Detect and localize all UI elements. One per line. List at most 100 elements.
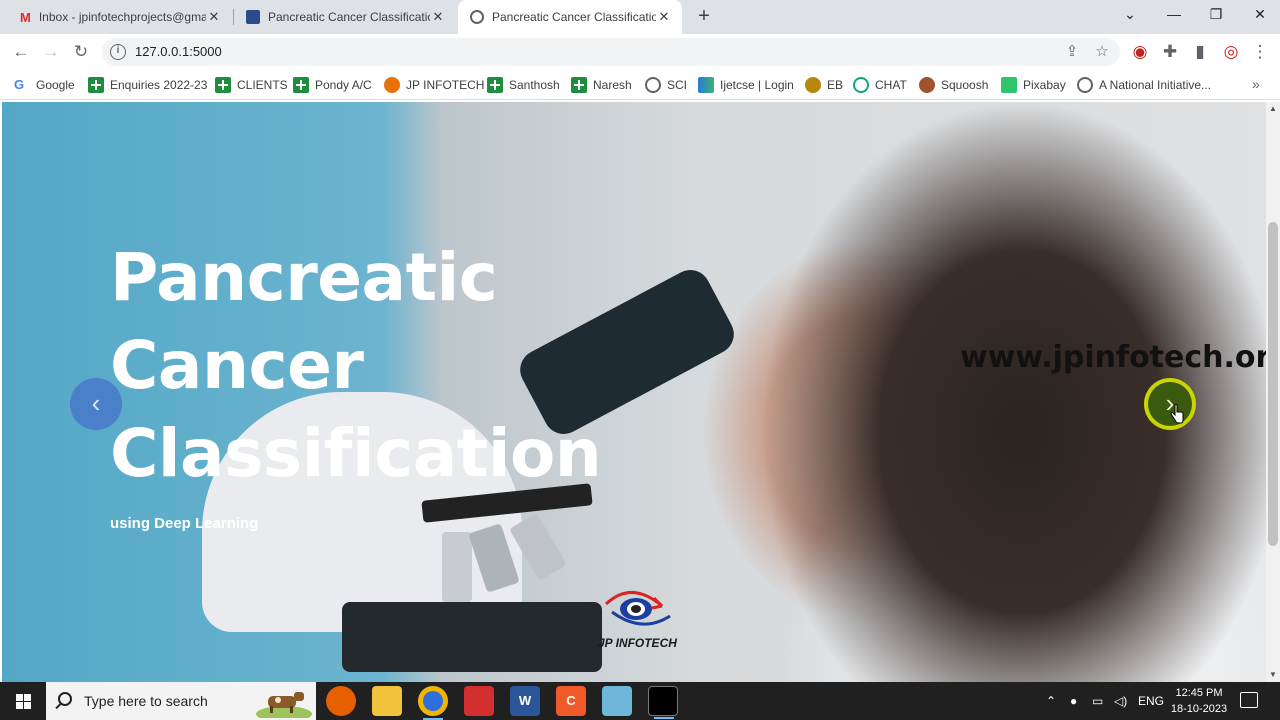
bookmark-enquiries[interactable]: Enquiries 2022-23 xyxy=(88,76,207,94)
carousel-prev-button[interactable]: ‹ xyxy=(70,378,122,430)
acrobat-icon[interactable] xyxy=(464,686,494,716)
hero-title-line: Cancer xyxy=(110,327,364,404)
bookmark-label: Pixabay xyxy=(1023,78,1066,92)
clock-time: 12:45 PM xyxy=(1175,687,1223,699)
scrollbar-thumb[interactable] xyxy=(1268,222,1278,546)
tab-active[interactable]: Pancreatic Cancer Classification ✕ xyxy=(458,0,682,34)
more-bookmarks-chevron-icon[interactable]: » xyxy=(1252,76,1260,92)
bookmark-label: Ijetcse | Login xyxy=(720,78,794,92)
bookmark-label: Santhosh xyxy=(509,78,560,92)
hero-title: Pancreatic Cancer Classification xyxy=(110,234,710,498)
bookmark-sci[interactable]: SCI xyxy=(645,76,687,94)
terminal-icon[interactable] xyxy=(648,686,678,719)
cloud-app-icon[interactable] xyxy=(602,686,632,716)
close-icon[interactable]: ✕ xyxy=(656,9,672,25)
bookmark-national-initiative[interactable]: A National Initiative... xyxy=(1077,76,1211,94)
bookmark-ijetcse[interactable]: Ijetcse | Login xyxy=(698,76,794,94)
word-icon[interactable]: W xyxy=(510,686,540,716)
minimize-button[interactable]: — xyxy=(1152,0,1196,30)
microscope-lens xyxy=(442,532,472,602)
taskbar-clock[interactable]: 12:45 PM 18-10-2023 xyxy=(1166,685,1232,717)
new-tab-button[interactable]: + xyxy=(692,4,716,28)
language-indicator[interactable]: ENG xyxy=(1138,694,1164,708)
bookmark-jp-infotech[interactable]: JP INFOTECH xyxy=(384,76,484,94)
bookmark-google[interactable]: G Google xyxy=(14,76,75,94)
scroll-down-arrow-icon[interactable]: ▼ xyxy=(1266,668,1280,682)
windows-start-button[interactable] xyxy=(0,682,46,720)
bookmark-eb[interactable]: EB xyxy=(805,76,843,94)
address-bar[interactable]: i 127.0.0.1:5000 ⇪ ☆ xyxy=(102,38,1120,66)
tray-chevron-up-icon[interactable]: ⌃ xyxy=(1046,694,1056,708)
file-explorer-icon[interactable] xyxy=(372,686,402,716)
cow-illustration-icon xyxy=(256,692,312,718)
url-text[interactable]: 127.0.0.1:5000 xyxy=(135,44,222,59)
bookmark-label: CLIENTS xyxy=(237,78,288,92)
info-icon[interactable]: i xyxy=(110,44,126,60)
bookmark-label: A National Initiative... xyxy=(1099,78,1212,92)
menu-kebab-icon[interactable]: ⋮ xyxy=(1248,40,1272,64)
bookmark-squoosh[interactable]: Squoosh xyxy=(919,76,988,94)
star-icon[interactable]: ☆ xyxy=(1092,42,1112,62)
close-window-button[interactable]: ✕ xyxy=(1238,0,1280,30)
restore-button[interactable]: ❐ xyxy=(1194,0,1238,30)
tab-strip: M Inbox - jpinfotechprojects@gma ✕ Pancr… xyxy=(0,0,1280,34)
bookmark-naresh[interactable]: Naresh xyxy=(571,76,632,94)
hero-subtitle: using Deep Learning xyxy=(110,515,259,532)
clock-date: 18-10-2023 xyxy=(1170,703,1228,715)
tab-title: Pancreatic Cancer Classification xyxy=(492,10,656,24)
bookmark-clients[interactable]: CLIENTS xyxy=(215,76,288,94)
gmail-icon: M xyxy=(20,9,31,25)
share-icon[interactable]: ⇪ xyxy=(1062,42,1082,62)
sheets-icon xyxy=(487,77,503,93)
side-panel-icon[interactable]: ▮ xyxy=(1188,40,1212,64)
squoosh-icon xyxy=(919,77,935,93)
recorder-extension-icon[interactable]: ◉ xyxy=(1128,40,1152,64)
sheets-icon xyxy=(215,77,231,93)
bookmark-label: Pondy A/C xyxy=(315,78,372,92)
pixabay-icon xyxy=(1001,77,1017,93)
watermark-text: www.jpinfotech.org xyxy=(960,340,1266,375)
bookmark-pondy[interactable]: Pondy A/C xyxy=(293,76,372,94)
tab-inbox[interactable]: M Inbox - jpinfotechprojects@gma ✕ xyxy=(8,0,232,34)
search-icon xyxy=(58,692,72,706)
bookmark-label: EB xyxy=(827,78,844,92)
hero-carousel: Pancreatic Cancer Classification using D… xyxy=(2,102,1266,682)
microphone-icon[interactable]: ● xyxy=(1070,694,1077,708)
windows-taskbar: Type here to search W C ⌃ ● ▭ ◁) ENG 12:… xyxy=(0,682,1280,720)
tab-title: Inbox - jpinfotechprojects@gma xyxy=(38,10,206,24)
bookmark-pixabay[interactable]: Pixabay xyxy=(1001,76,1066,94)
cs-app-icon[interactable]: C xyxy=(556,686,586,716)
bookmark-label: Enquiries 2022-23 xyxy=(110,78,208,92)
bookmark-label: Google xyxy=(36,78,75,92)
close-icon[interactable]: ✕ xyxy=(430,9,446,25)
close-icon[interactable]: ✕ xyxy=(206,9,222,25)
back-button[interactable]: ← xyxy=(9,40,33,64)
chatgpt-icon xyxy=(853,77,869,93)
scroll-up-arrow-icon[interactable]: ▲ xyxy=(1266,102,1280,116)
bookmark-chat[interactable]: CHAT xyxy=(853,76,907,94)
volume-icon[interactable]: ◁) xyxy=(1114,694,1127,708)
hero-title-line: Pancreatic xyxy=(110,239,498,316)
reload-button[interactable]: ↻ xyxy=(69,40,93,64)
tab-title: Pancreatic Cancer Classification xyxy=(268,10,430,24)
ijetcse-icon xyxy=(698,77,714,93)
google-icon: G xyxy=(14,77,25,92)
notification-icon[interactable] xyxy=(1240,692,1258,708)
bookmark-label: Naresh xyxy=(593,78,632,92)
bookmark-santhosh[interactable]: Santhosh xyxy=(487,76,560,94)
jp-icon xyxy=(384,77,400,93)
profile-avatar-icon[interactable]: ◎ xyxy=(1219,40,1243,64)
chevron-down-icon[interactable]: ⌄ xyxy=(1108,0,1152,30)
microscope-base xyxy=(342,602,602,672)
taskbar-search-box[interactable]: Type here to search xyxy=(46,682,316,720)
forward-button[interactable]: → xyxy=(39,40,63,64)
sheets-icon xyxy=(293,77,309,93)
chrome-icon[interactable] xyxy=(418,686,448,720)
bookmark-label: Squoosh xyxy=(941,78,989,92)
extensions-puzzle-icon[interactable]: ✚ xyxy=(1158,40,1182,64)
sheets-icon xyxy=(88,77,104,93)
firefox-icon[interactable] xyxy=(326,686,356,716)
network-icon[interactable]: ▭ xyxy=(1092,694,1103,708)
hero-title-line: Classification xyxy=(110,415,602,492)
tab-ieee[interactable]: Pancreatic Cancer Classification ✕ xyxy=(234,0,456,34)
